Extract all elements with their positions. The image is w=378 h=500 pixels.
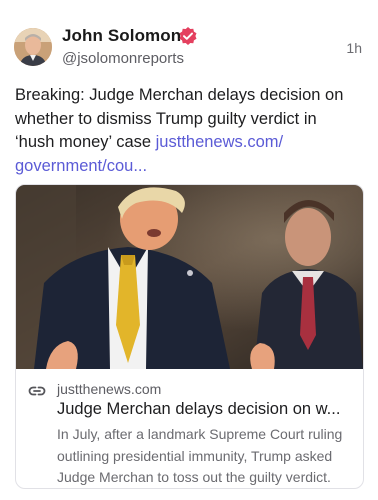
post-card[interactable]: John Solomon @jsolomonreports 1h Breakin… (0, 0, 378, 500)
link-title[interactable]: Judge Merchan delays decision on w... (57, 400, 352, 419)
post-link-line-2[interactable]: government/cou... (15, 157, 147, 175)
link-domain: justthenews.com (57, 381, 162, 397)
link-preview-meta[interactable]: justthenews.com Judge Merchan delays dec… (16, 369, 363, 488)
post-timestamp: 1h (346, 40, 362, 56)
post-link-line-1[interactable]: justthenews.com/ (156, 133, 283, 151)
link-description: In July, after a landmark Supreme Court … (57, 426, 343, 485)
link-preview-card[interactable]: justthenews.com Judge Merchan delays dec… (15, 184, 364, 489)
author-name[interactable]: John Solomon (62, 26, 181, 46)
author-handle[interactable]: @jsolomonreports (62, 50, 184, 67)
link-icon (28, 382, 46, 400)
post-text: Breaking: Judge Merchan delays decision … (15, 84, 360, 178)
verified-badge-icon (178, 26, 198, 46)
news-photo[interactable] (16, 185, 363, 369)
avatar[interactable] (14, 28, 52, 66)
